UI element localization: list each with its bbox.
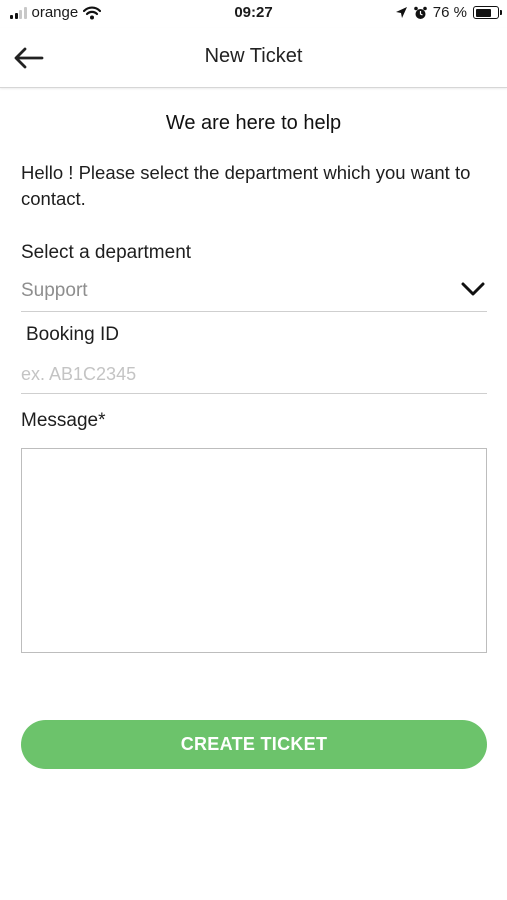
page-title: New Ticket [204, 45, 303, 67]
location-arrow-icon [395, 7, 407, 18]
department-select[interactable]: Support [21, 274, 487, 312]
department-value: Support [21, 280, 88, 301]
booking-id-input[interactable] [21, 356, 487, 394]
form-heading: We are here to help [165, 112, 342, 134]
intro-text: Hello ! Please select the department whi… [21, 162, 471, 209]
alarm-icon [413, 6, 427, 19]
booking-id-label: Booking ID [26, 324, 119, 345]
battery-percent: 76 % [432, 4, 467, 21]
battery-icon [473, 6, 502, 19]
status-bar: orange 09:27 76 % [0, 0, 507, 28]
message-label: Message* [21, 410, 106, 431]
nav-bar: New Ticket [0, 28, 507, 88]
message-textarea[interactable] [21, 448, 487, 653]
status-right: 76 % [395, 4, 502, 21]
department-label: Select a department [21, 242, 192, 263]
battery-level [475, 8, 492, 17]
create-ticket-button[interactable]: CREATE TICKET [21, 720, 487, 769]
chevron-down-icon [461, 282, 485, 296]
